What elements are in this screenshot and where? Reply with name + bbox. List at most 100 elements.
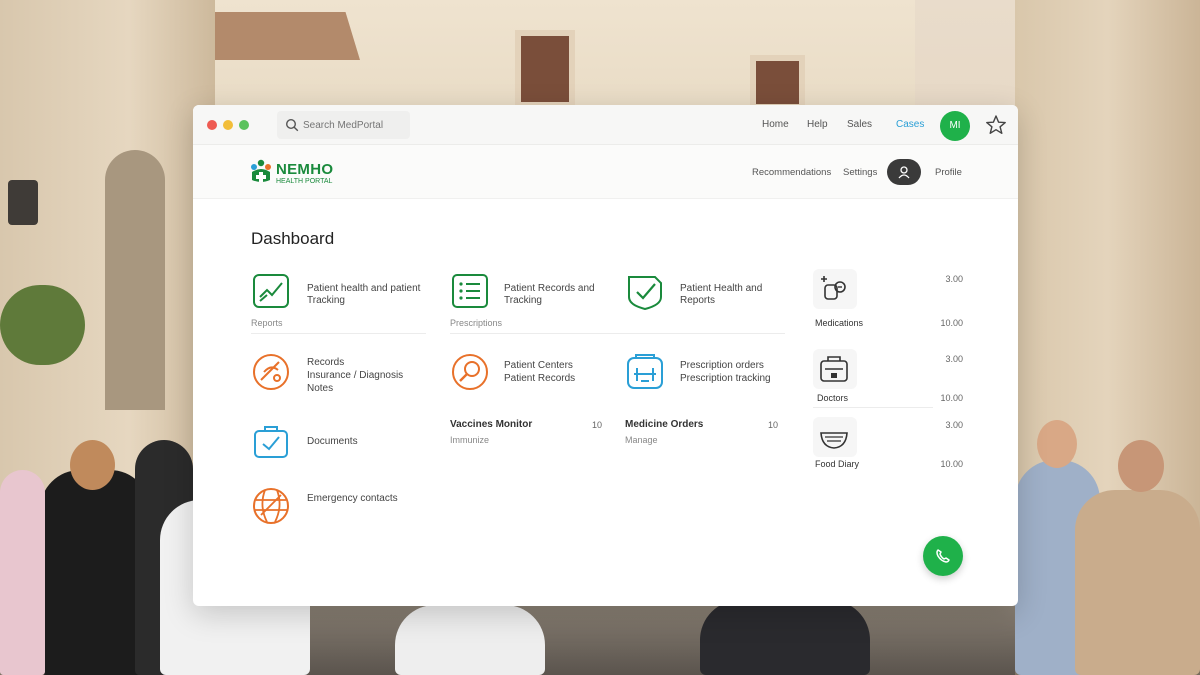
nav-link-sales[interactable]: Sales (847, 119, 872, 130)
medical-bag-icon (820, 356, 848, 382)
list-item-patient-records[interactable]: Patient Records and Tracking Prescriptio… (450, 271, 620, 333)
item-subtitle: Tracking (307, 295, 345, 306)
item-caption: Reports (251, 318, 283, 328)
side-item-value: 3.00 (945, 420, 963, 430)
person-head (70, 440, 115, 490)
app-header: NEMHO HEALTH PORTAL Recommendations Sett… (193, 145, 1018, 199)
minimize-window-button[interactable] (223, 120, 233, 130)
item-subtitle: Patient Records (504, 373, 576, 384)
list-item-patient-centers[interactable]: Patient Centers Patient Records (450, 352, 620, 396)
side-item-total: 10.00 (940, 393, 963, 403)
logo-icon (251, 159, 271, 182)
health-check-icon (253, 274, 289, 308)
item-title: Patient Centers (504, 360, 573, 371)
doctor-icon-tile (813, 349, 857, 389)
side-item-value: 3.00 (945, 274, 963, 284)
close-window-button[interactable] (207, 120, 217, 130)
archway (105, 150, 165, 410)
divider (813, 407, 933, 408)
side-item-total: 10.00 (940, 318, 963, 328)
side-item-label: Medications (815, 318, 864, 328)
person (700, 600, 870, 675)
divider (625, 333, 785, 334)
person (395, 605, 545, 675)
header-link-recommendations[interactable]: Recommendations (752, 167, 831, 178)
building-window (515, 30, 575, 108)
person (40, 470, 150, 675)
bowl-icon (820, 432, 848, 449)
item-subtitle: Reports (680, 295, 716, 306)
globe-icon (253, 488, 289, 524)
logo-title: NEMHO (276, 161, 334, 178)
item-title: Patient health and patient (307, 283, 421, 294)
nav-link-help[interactable]: Help (807, 119, 828, 130)
divider (450, 333, 625, 334)
person-head (1118, 440, 1164, 492)
street-lamp (8, 180, 38, 225)
titlebar: Home Help Sales Cases MI (193, 105, 1018, 145)
item-count: 10 (767, 420, 778, 430)
hanging-plant (0, 285, 85, 365)
person (1075, 490, 1200, 675)
magnifier-icon (452, 354, 488, 390)
item-caption: Immunize (450, 435, 490, 445)
item-note: Notes (307, 383, 334, 394)
star-icon[interactable] (985, 114, 1007, 136)
clipboard-icon (627, 354, 663, 389)
item-title: Patient Records and (504, 283, 595, 294)
list-icon (452, 274, 488, 308)
list-item-medicine-orders[interactable]: Medicine Orders Manage 10 (625, 417, 785, 447)
logo-subtitle: HEALTH PORTAL (276, 178, 333, 185)
list-item-emergency-contacts[interactable]: Emergency contacts (251, 485, 421, 525)
item-title: Patient Health and (680, 283, 763, 294)
side-item-medications[interactable]: Medications 3.00 10.00 (813, 269, 963, 331)
search-input[interactable] (303, 116, 407, 134)
item-title: Documents (307, 436, 358, 447)
side-item-doctors[interactable]: Doctors 3.00 10.00 (813, 349, 963, 408)
nav-link-home[interactable]: Home (762, 119, 789, 130)
header-link-profile[interactable]: Profile (935, 167, 962, 178)
side-item-label: Food Diary (815, 459, 860, 469)
side-item-label: Doctors (817, 393, 849, 403)
side-item-total: 10.00 (940, 459, 963, 469)
phone-icon (936, 549, 950, 563)
call-fab-button[interactable] (923, 536, 963, 576)
item-title: Prescription orders (680, 360, 764, 371)
page-title: Dashboard (251, 229, 335, 248)
person-head (1037, 420, 1077, 468)
item-subtitle: Tracking (504, 295, 542, 306)
side-item-value: 3.00 (945, 354, 963, 364)
item-title: Records (307, 357, 345, 368)
stethoscope-icon (253, 354, 289, 390)
list-item-patient-health[interactable]: Patient health and patient Tracking Repo… (251, 271, 421, 333)
item-title: Emergency contacts (307, 493, 398, 504)
list-item-prescriptions[interactable]: Prescription orders Prescription trackin… (625, 352, 795, 396)
nav-link-cases[interactable]: Cases (896, 119, 924, 130)
food-icon-tile (813, 417, 857, 457)
item-subtitle: Insurance / Diagnosis (307, 370, 404, 381)
side-item-food-diary[interactable]: Food Diary 3.00 10.00 (813, 417, 963, 475)
person (0, 470, 45, 675)
search-icon (285, 118, 299, 132)
list-item-records[interactable]: Records Insurance / Diagnosis Notes (251, 352, 421, 396)
item-subtitle: Prescription tracking (680, 373, 771, 384)
list-item-health-reports[interactable]: Patient Health and Reports (625, 271, 795, 333)
profile-button[interactable] (887, 159, 921, 185)
shield-check-icon (628, 276, 662, 311)
user-icon (898, 166, 910, 179)
item-caption: Prescriptions (450, 318, 503, 328)
pill-icon (821, 276, 846, 300)
app-window: Home Help Sales Cases MI NEMHO HEALTH PO… (193, 105, 1018, 606)
search-box[interactable] (277, 111, 410, 139)
item-count: 10 (591, 420, 602, 430)
building-window (750, 55, 805, 110)
user-avatar-button[interactable]: MI (940, 111, 970, 141)
item-title: Vaccines Monitor (450, 419, 533, 430)
item-title: Medicine Orders (625, 419, 704, 430)
maximize-window-button[interactable] (239, 120, 249, 130)
divider (251, 333, 426, 334)
list-item-vaccines-monitor[interactable]: Vaccines Monitor Immunize 10 (450, 417, 610, 447)
header-link-settings[interactable]: Settings (843, 167, 877, 178)
document-icon (254, 426, 288, 458)
list-item-documents[interactable]: Documents (251, 423, 421, 463)
